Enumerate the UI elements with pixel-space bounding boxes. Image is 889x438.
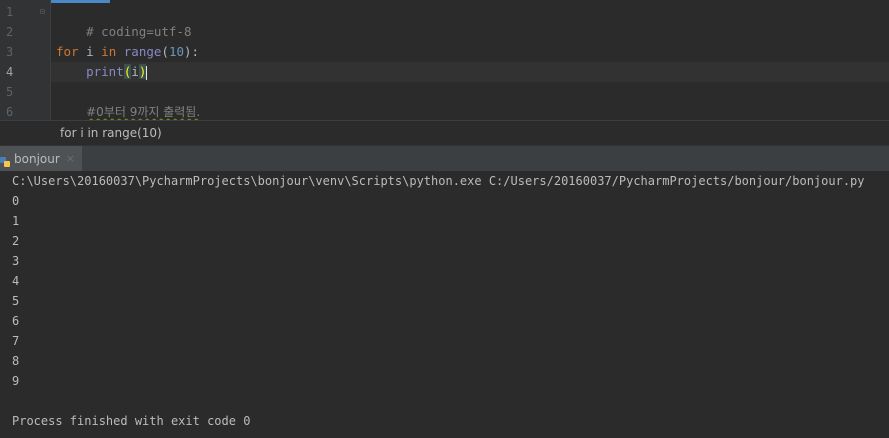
open-paren: (: [161, 44, 169, 59]
breadcrumb: for i in range(10): [0, 120, 889, 145]
console-output-line: 1: [12, 214, 20, 228]
code-line-2[interactable]: [51, 22, 889, 42]
run-tool-window-tabs: bonjour ×: [0, 145, 889, 172]
line-gutter: 1 2 3 4 5 6 ⊟: [0, 0, 51, 120]
builtin-range: range: [123, 44, 162, 59]
line-number: 6: [6, 105, 14, 119]
code-editor[interactable]: 1 2 3 4 5 6 ⊟ # coding=utf-8 for i in ra…: [0, 0, 889, 120]
console-output-line: 9: [12, 374, 20, 388]
line-number: 1: [6, 5, 14, 19]
close-paren-match: ): [138, 64, 147, 79]
console-exit-status: Process finished with exit code 0: [12, 414, 251, 428]
argument-i: i: [131, 64, 139, 79]
console-output-line: 0: [12, 194, 20, 208]
builtin-print: print: [86, 64, 124, 79]
console-output-line: 2: [12, 234, 20, 248]
console-output-line: 6: [12, 314, 20, 328]
close-paren-colon: ):: [184, 44, 200, 59]
run-tab-bonjour[interactable]: bonjour ×: [0, 146, 82, 171]
variable-i: i: [86, 44, 94, 59]
text-caret: [146, 65, 148, 80]
line-number: 2: [6, 25, 14, 39]
code-line-1[interactable]: # coding=utf-8: [51, 2, 889, 39]
breadcrumb-item[interactable]: for i in range(10): [60, 124, 162, 142]
line-number: 3: [6, 45, 14, 59]
python-file-icon: [0, 153, 10, 167]
keyword-in: in: [101, 44, 117, 59]
console-output-line: 5: [12, 294, 20, 308]
number-literal: 10: [168, 44, 184, 59]
close-icon[interactable]: ×: [66, 152, 75, 165]
keyword-for: for: [56, 44, 79, 59]
console-command: C:\Users\20160037\PycharmProjects\bonjou…: [12, 174, 865, 188]
code-line-6[interactable]: [51, 102, 889, 120]
console-output-line: 4: [12, 274, 20, 288]
line-number-current: 4: [6, 65, 14, 79]
line-number: 5: [6, 85, 14, 99]
code-line-5[interactable]: #0부터 9까지 출력됨.: [51, 82, 889, 119]
code-line-3[interactable]: for i in range(10):: [51, 42, 889, 62]
console-output-line: 3: [12, 254, 20, 268]
fold-marker-icon[interactable]: ⊟: [40, 2, 46, 22]
code-line-4[interactable]: print(i): [51, 62, 889, 82]
run-console[interactable]: C:\Users\20160037\PycharmProjects\bonjou…: [0, 171, 889, 438]
console-output-line: 8: [12, 354, 20, 368]
run-tab-label: bonjour: [14, 151, 60, 166]
console-output-line: 7: [12, 334, 20, 348]
